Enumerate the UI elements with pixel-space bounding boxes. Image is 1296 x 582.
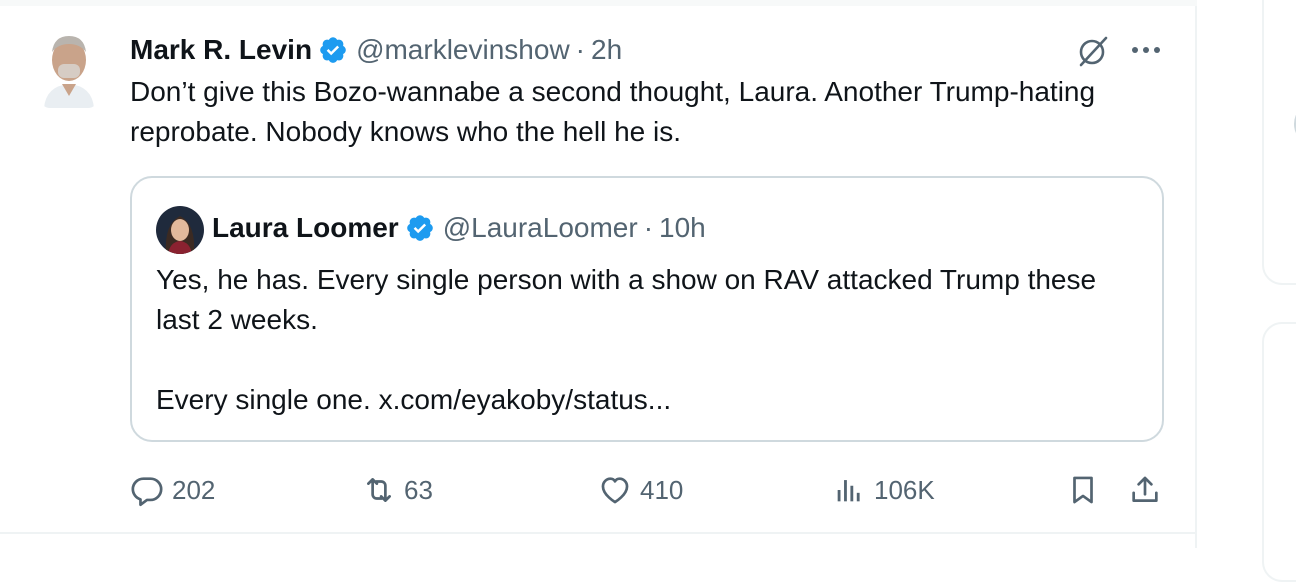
action-bar: 202 63 410 106K	[130, 470, 1170, 510]
like-count: 410	[640, 474, 684, 505]
author-avatar[interactable]	[40, 30, 98, 108]
sidebar-card	[1262, 322, 1296, 582]
verified-badge-icon	[405, 213, 435, 243]
author-handle[interactable]: @marklevinshow	[356, 34, 570, 66]
separator: ·	[575, 34, 585, 65]
quoted-author-avatar[interactable]	[156, 206, 204, 254]
share-icon	[1132, 476, 1158, 502]
share-button[interactable]	[1128, 470, 1170, 510]
quoted-tweet[interactable]: Laura Loomer @LauraLoomer · 10h Yes, he …	[130, 176, 1164, 442]
reply-count: 202	[172, 474, 216, 505]
divider	[0, 0, 1197, 6]
tweet-text: Don’t give this Bozo-wannabe a second th…	[130, 76, 1096, 147]
repost-icon	[367, 478, 391, 502]
sidebar-card	[1262, 0, 1296, 285]
grok-icon[interactable]	[1076, 34, 1110, 68]
views-count: 106K	[874, 474, 935, 505]
reply-icon	[131, 477, 163, 507]
divider	[0, 532, 1197, 534]
bookmark-button[interactable]	[1066, 470, 1108, 510]
quoted-author-name[interactable]: Laura Loomer	[212, 212, 399, 244]
more-icon[interactable]	[1128, 36, 1164, 64]
views-icon	[837, 480, 860, 502]
heart-icon	[601, 477, 629, 504]
quoted-text-paragraph-2: Every single one. x.com/eyakoby/status..…	[156, 384, 672, 415]
like-button[interactable]: 410	[598, 470, 683, 510]
author-name[interactable]: Mark R. Levin	[130, 34, 312, 66]
repost-button[interactable]: 63	[362, 470, 433, 510]
bookmark-icon	[1073, 476, 1093, 504]
verified-badge-icon	[318, 35, 348, 65]
quoted-header: Laura Loomer @LauraLoomer · 10h	[212, 208, 706, 248]
quoted-author-handle[interactable]: @LauraLoomer	[443, 212, 638, 244]
timestamp[interactable]: 2h	[591, 34, 622, 66]
views-button[interactable]: 106K	[832, 470, 935, 510]
quoted-timestamp[interactable]: 10h	[659, 212, 706, 244]
quoted-text-paragraph-1: Yes, he has. Every single person with a …	[156, 264, 1097, 335]
tweet-header: Mark R. Levin @marklevinshow · 2h	[130, 30, 622, 70]
repost-count: 63	[404, 474, 433, 505]
separator: ·	[643, 212, 654, 243]
reply-button[interactable]: 202	[130, 470, 215, 510]
quoted-text: Yes, he has. Every single person with a …	[156, 260, 1136, 420]
tweet-article[interactable]: Mark R. Levin @marklevinshow · 2h Don’t …	[0, 0, 1197, 548]
